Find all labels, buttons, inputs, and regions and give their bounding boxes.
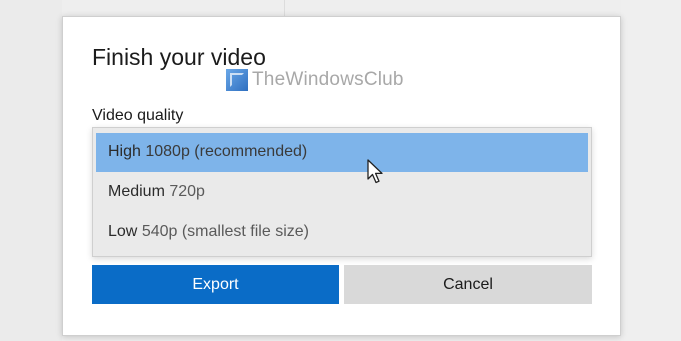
video-quality-dropdown[interactable]: High 1080p (recommended) Medium 720p Low… bbox=[92, 127, 592, 257]
quality-option-high[interactable]: High 1080p (recommended) bbox=[96, 133, 588, 172]
export-button[interactable]: Export bbox=[92, 265, 339, 304]
background-left bbox=[0, 0, 62, 341]
mouse-pointer-icon bbox=[367, 159, 383, 184]
option-detail: 720p bbox=[169, 183, 205, 200]
option-name: High bbox=[108, 143, 141, 160]
option-detail: 1080p (recommended) bbox=[145, 143, 308, 160]
dialog-title: Finish your video bbox=[92, 44, 266, 70]
background-right bbox=[621, 0, 681, 341]
quality-option-medium[interactable]: Medium 720p bbox=[96, 173, 588, 212]
quality-option-low[interactable]: Low 540p (smallest file size) bbox=[96, 213, 588, 252]
option-detail: 540p (smallest file size) bbox=[141, 223, 309, 240]
thewindowsclub-logo-icon bbox=[226, 69, 248, 91]
watermark-text: TheWindowsClub bbox=[252, 69, 404, 90]
background-divider bbox=[284, 0, 285, 16]
cancel-button[interactable]: Cancel bbox=[344, 265, 592, 304]
option-name: Low bbox=[108, 223, 138, 240]
option-name: Medium bbox=[108, 183, 165, 200]
finish-video-dialog: Finish your video TheWindowsClub Video q… bbox=[62, 16, 621, 336]
video-quality-label: Video quality bbox=[92, 107, 184, 124]
watermark: TheWindowsClub bbox=[226, 69, 404, 91]
